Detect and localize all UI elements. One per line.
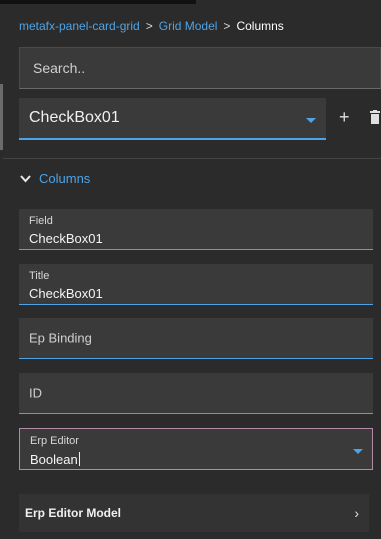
id-placeholder: ID [29, 385, 42, 401]
breadcrumb-separator: > [223, 19, 231, 33]
title-value[interactable]: CheckBox01 [29, 286, 103, 301]
title-input[interactable]: Title CheckBox01 [19, 264, 373, 305]
erp-editor-model-row[interactable]: Erp Editor Model › [19, 494, 369, 532]
erp-editor-value-wrap: Boolean [30, 452, 80, 467]
field-label: Field [29, 215, 53, 227]
title-label: Title [29, 270, 50, 282]
top-bar [0, 0, 196, 4]
breadcrumb-link-grid-model[interactable]: Grid Model [159, 19, 218, 33]
erp-editor-label: Erp Editor [30, 435, 79, 447]
left-edge-indicator [0, 84, 3, 150]
field-input[interactable]: Field CheckBox01 [19, 209, 373, 250]
caret-down-icon[interactable] [306, 118, 316, 123]
ep-binding-placeholder: Ep Binding [29, 330, 92, 346]
erp-editor-model-label: Erp Editor Model [25, 506, 121, 520]
erp-editor-select[interactable]: Erp Editor Boolean [19, 428, 373, 470]
caret-down-icon[interactable] [353, 449, 363, 454]
breadcrumb-link-panel[interactable]: metafx-panel-card-grid [19, 19, 140, 33]
chevron-right-icon[interactable]: › [354, 505, 359, 521]
ep-binding-input[interactable]: Ep Binding [19, 318, 373, 359]
breadcrumb-current: Columns [236, 19, 284, 33]
column-selector-row: CheckBox01 [19, 98, 326, 140]
trash-icon[interactable] [370, 110, 380, 124]
breadcrumb: metafx-panel-card-grid > Grid Model > Co… [19, 19, 284, 33]
search-box[interactable] [19, 47, 381, 89]
breadcrumb-separator: > [145, 19, 153, 33]
erp-editor-value: Boolean [30, 452, 78, 467]
chevron-down-icon [20, 174, 31, 182]
search-input[interactable] [31, 59, 380, 77]
columns-section-toggle[interactable]: Columns [20, 171, 90, 186]
section-title: Columns [39, 171, 91, 186]
field-value[interactable]: CheckBox01 [29, 231, 103, 246]
plus-icon[interactable]: + [339, 108, 350, 126]
column-select[interactable]: CheckBox01 [19, 98, 326, 140]
column-select-value: CheckBox01 [29, 109, 120, 126]
id-input[interactable]: ID [19, 373, 373, 414]
text-cursor [78, 452, 80, 466]
section-divider [3, 158, 381, 159]
